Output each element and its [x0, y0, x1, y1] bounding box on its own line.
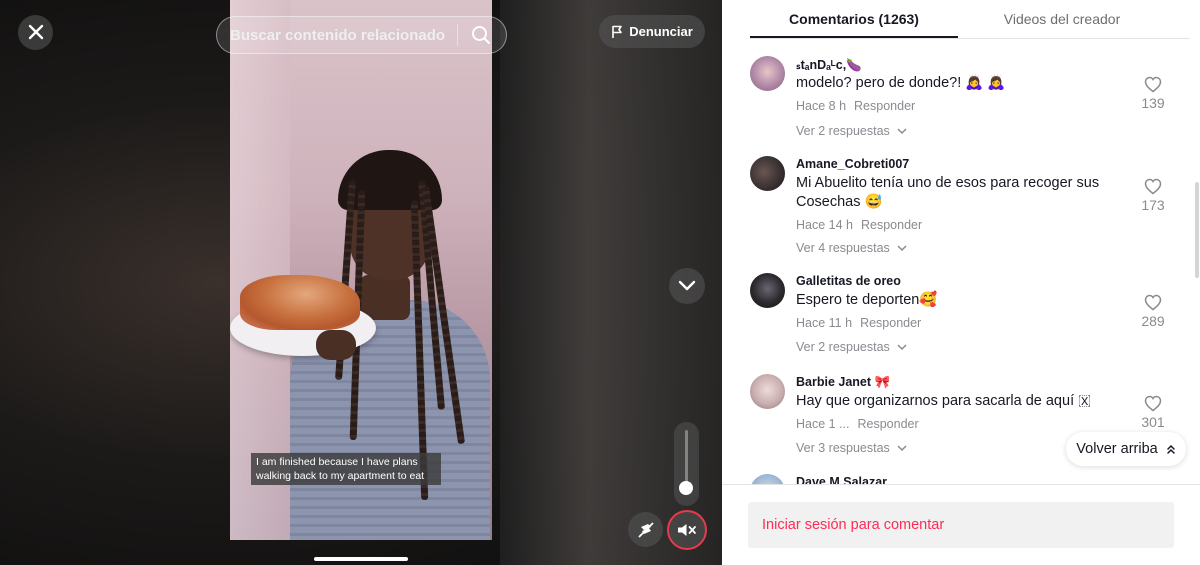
- quality-icon: [637, 521, 654, 538]
- heart-icon: [1144, 178, 1162, 195]
- view-replies-label: Ver 3 respuestas: [796, 441, 890, 455]
- chevron-down-icon: [897, 245, 907, 252]
- speaker-muted-icon: [678, 524, 696, 536]
- home-indicator: [314, 557, 408, 561]
- caption-line-1: I am finished because I have plans: [256, 456, 418, 468]
- reply-button[interactable]: Responder: [860, 316, 921, 330]
- comments-panel: Comentarios (1263) Videos del creador ₛt…: [722, 0, 1200, 565]
- close-button[interactable]: [18, 15, 53, 50]
- comment-username[interactable]: ₛtₐnDₐᴸc,🍆: [796, 57, 862, 73]
- heart-icon: [1144, 395, 1162, 412]
- comment-username[interactable]: Galletitas de oreo: [796, 274, 901, 288]
- like-control: 139: [1138, 76, 1168, 111]
- comment-username[interactable]: Dave M Salazar: [796, 475, 887, 484]
- like-button[interactable]: [1138, 294, 1168, 312]
- comment-item: ₛtₐnDₐᴸc,🍆 modelo? pero de donde?! 🙇‍♀️ …: [750, 56, 1180, 156]
- like-control: 301: [1138, 395, 1168, 430]
- panel-tabs: Comentarios (1263) Videos del creador: [750, 0, 1190, 39]
- view-replies-button[interactable]: Ver 4 respuestas: [796, 241, 907, 255]
- avatar[interactable]: [750, 474, 785, 484]
- volume-knob[interactable]: [679, 480, 693, 495]
- comment-meta: Hace 1 ... Responder: [796, 417, 919, 431]
- like-control: 173: [1138, 178, 1168, 213]
- search-button[interactable]: [458, 16, 503, 54]
- chevron-down-icon: [897, 128, 907, 135]
- avatar[interactable]: [750, 374, 785, 409]
- reply-button[interactable]: Responder: [858, 417, 919, 431]
- comment-username[interactable]: Amane_Cobreti007: [796, 157, 909, 171]
- view-replies-label: Ver 4 respuestas: [796, 241, 890, 255]
- comment-meta: Hace 8 h Responder: [796, 99, 915, 113]
- arrow-up-icon: [1166, 444, 1175, 454]
- chevron-down-icon: [897, 445, 907, 452]
- comment-meta: Hace 11 h Responder: [796, 316, 921, 330]
- comment-item: Dave M Salazar: [750, 474, 1180, 484]
- avatar[interactable]: [750, 273, 785, 308]
- like-count: 173: [1141, 197, 1165, 213]
- comment-text: Mi Abuelito tenía uno de esos para recog…: [796, 175, 1100, 210]
- comment-time: Hace 11 h: [796, 316, 853, 330]
- comment-time: Hace 1 ...: [796, 417, 850, 431]
- view-replies-label: Ver 2 respuestas: [796, 124, 890, 138]
- avatar[interactable]: [750, 56, 785, 91]
- comment-time: Hace 14 h: [796, 218, 853, 232]
- report-button[interactable]: Denunciar: [599, 15, 705, 48]
- mute-button[interactable]: [667, 510, 707, 550]
- scrollbar[interactable]: [1195, 182, 1199, 278]
- reply-button[interactable]: Responder: [854, 99, 915, 113]
- video-person-neck: [360, 275, 410, 320]
- video-food: [240, 275, 360, 330]
- video-player: I am finished because I have plans walki…: [0, 0, 722, 565]
- like-count: 139: [1141, 95, 1165, 111]
- like-button[interactable]: [1138, 395, 1168, 413]
- reply-button[interactable]: Responder: [861, 218, 922, 232]
- heart-icon: [1144, 76, 1162, 93]
- comment-item: Galletitas de oreo Espero te deporten🥰 H…: [750, 273, 1180, 373]
- comment-footer: Iniciar sesión para comentar: [722, 484, 1200, 565]
- quality-button[interactable]: [628, 512, 663, 547]
- like-count: 289: [1141, 313, 1165, 329]
- comment-list[interactable]: ₛtₐnDₐᴸc,🍆 modelo? pero de donde?! 🙇‍♀️ …: [722, 40, 1200, 484]
- view-replies-label: Ver 2 respuestas: [796, 340, 890, 354]
- caption-line-2: walking back to my apartment to eat: [256, 470, 425, 482]
- comment-text: Hay que organizarnos para sacarla de aqu…: [796, 393, 1091, 409]
- login-to-comment-button[interactable]: Iniciar sesión para comentar: [748, 502, 1174, 548]
- back-to-top-button[interactable]: Volver arriba: [1066, 432, 1186, 466]
- chevron-down-icon: [897, 344, 907, 351]
- comment-username[interactable]: Barbie Janet 🎀: [796, 375, 890, 390]
- comment-text: modelo? pero de donde?! 🙇‍♀️ 🙇‍♀️: [796, 75, 1006, 91]
- like-button[interactable]: [1138, 178, 1168, 196]
- view-replies-button[interactable]: Ver 2 respuestas: [796, 340, 907, 354]
- comment-item: Amane_Cobreti007 Mi Abuelito tenía uno d…: [750, 156, 1180, 266]
- view-replies-button[interactable]: Ver 2 respuestas: [796, 124, 907, 138]
- like-control: 289: [1138, 294, 1168, 329]
- avatar[interactable]: [750, 156, 785, 191]
- tab-comments[interactable]: Comentarios (1263): [750, 0, 958, 38]
- video-caption: I am finished because I have plans walki…: [251, 453, 441, 485]
- comment-text: Espero te deporten🥰: [796, 292, 938, 308]
- search-bar[interactable]: [216, 16, 507, 54]
- comment-meta: Hace 14 h Responder: [796, 218, 922, 232]
- chevron-down-icon: [678, 280, 696, 291]
- video-hand: [316, 330, 356, 360]
- view-replies-button[interactable]: Ver 3 respuestas: [796, 441, 907, 455]
- like-button[interactable]: [1138, 76, 1168, 94]
- volume-slider[interactable]: [674, 422, 699, 506]
- heart-icon: [1144, 294, 1162, 311]
- search-input[interactable]: [217, 26, 457, 44]
- report-label: Denunciar: [629, 24, 693, 39]
- flag-icon: [612, 25, 623, 38]
- tab-creator-videos[interactable]: Videos del creador: [958, 0, 1166, 38]
- search-icon: [471, 26, 490, 44]
- comment-time: Hace 8 h: [796, 99, 847, 113]
- like-count: 301: [1141, 414, 1165, 430]
- next-video-button[interactable]: [669, 268, 705, 304]
- close-icon: [28, 24, 43, 40]
- back-to-top-label: Volver arriba: [1076, 441, 1158, 457]
